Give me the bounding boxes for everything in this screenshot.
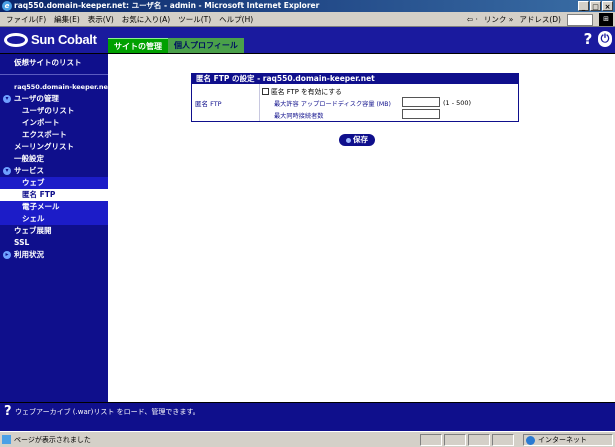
internet-globe-icon [526,436,535,445]
sidebar-item-export[interactable]: エクスポート [0,129,108,141]
menu-file[interactable]: ファイル(F) [6,14,46,25]
sidebar-item-label: 一般設定 [14,154,44,163]
title-bar: e raq550.domain-keeper.net: ユーザ名 - admin… [0,0,615,12]
sidebar-item-anonymous-ftp[interactable]: 匿名 FTP [0,189,108,201]
menu-bar: ファイル(F) 編集(E) 表示(V) お気に入り(A) ツール(T) ヘルプ(… [0,12,615,27]
ie-logo-icon: e [2,1,12,11]
menu-tools[interactable]: ツール(T) [178,14,211,25]
page-icon [2,435,11,444]
sidebar-item-label: 電子メール [22,202,60,211]
sidebar-item-label: シェル [22,214,45,223]
sidebar-item-label: ユーザのリスト [22,106,75,115]
sidebar-item-label: エクスポート [22,130,67,139]
menu-edit[interactable]: 編集(E) [54,14,80,25]
maximize-button[interactable]: □ [590,1,601,11]
anonymous-ftp-settings-panel: 匿名 FTP の設定 - raq550.domain-keeper.net 匿名… [191,73,519,122]
menubar-right: ⇦ · リンク » アドレス(D) ⊞ [467,12,615,27]
sidebar-item-label: メーリングリスト [14,142,74,151]
help-icon[interactable]: ? [581,31,595,47]
sidebar: 仮想サイトのリスト raq550.domain-keeper.net ▾ ユーザ… [0,54,112,402]
sidebar-item-label: インポート [22,118,60,127]
address-label: アドレス(D) [519,15,561,24]
status-cell [444,434,466,446]
expand-icon[interactable]: ▸ [3,251,11,259]
links-button[interactable]: リンク » [484,14,513,25]
sidebar-item-general-settings[interactable]: 一般設定 [0,153,108,165]
collapse-icon[interactable]: ▾ [3,167,11,175]
status-cells [420,434,514,446]
sidebar-item-label: ユーザの管理 [14,94,59,103]
sidebar-item-ssl[interactable]: SSL [0,237,108,249]
sidebar-item-virtual-sites[interactable]: 仮想サイトのリスト [0,57,108,69]
tab-personal-profile[interactable]: 個人プロフィール [168,38,244,53]
sidebar-item-label: ウェブ展開 [14,226,52,235]
sidebar-item-user-management[interactable]: ▾ ユーザの管理 [0,93,108,105]
status-cell [420,434,442,446]
save-button-label: 保存 [353,135,368,144]
window-title: raq550.domain-keeper.net: ユーザ名 - admin -… [14,1,320,10]
sidebar-host-label: raq550.domain-keeper.net [14,83,112,91]
sidebar-item-label: SSL [14,238,30,247]
enable-ftp-row: 匿名 FTP を有効にする [262,86,342,96]
menu-favorites[interactable]: お気に入り(A) [122,14,170,25]
header-tabs: サイトの管理 個人プロフィール [108,38,244,53]
zone-label: インターネット [538,436,587,444]
status-text: ページが表示されました [14,436,91,444]
sidebar-item-email[interactable]: 電子メール [0,201,108,213]
back-button[interactable]: ⇦ · [467,15,478,24]
window-controls: _ □ × [578,1,613,11]
quota-input[interactable] [402,97,440,107]
sidebar-item-label: 仮想サイトのリスト [14,58,82,67]
app-header: Sun Cobalt サイトの管理 個人プロフィール ? ⏻ [0,27,615,54]
save-button[interactable]: 保存 [339,134,375,146]
max-connections-input[interactable] [402,109,440,119]
status-cell [468,434,490,446]
help-question-icon: ? [4,404,12,419]
menu-help[interactable]: ヘルプ(H) [219,14,253,25]
sidebar-item-services[interactable]: ▾ サービス [0,165,108,177]
sidebar-divider [0,74,108,75]
sidebar-item-label: 利用状況 [14,250,44,259]
sidebar-item-user-list[interactable]: ユーザのリスト [0,105,108,117]
panel-title: 匿名 FTP の設定 - raq550.domain-keeper.net [192,74,518,84]
tab-site-management[interactable]: サイトの管理 [108,38,168,53]
max-connections-label: 最大同時接続者数 [274,113,324,120]
windows-logo-icon: ⊞ [599,13,613,26]
sidebar-item-shell[interactable]: シェル [0,213,108,225]
security-zone: インターネット [523,434,613,446]
sidebar-item-usage[interactable]: ▸ 利用状況 [0,249,108,261]
enable-ftp-label: 匿名 FTP を有効にする [271,88,342,96]
collapse-icon[interactable]: ▾ [3,95,11,103]
menu-view[interactable]: 表示(V) [88,14,114,25]
logout-icon[interactable]: ⏻ [598,31,612,47]
field-group-label: 匿名 FTP [192,84,260,121]
address-input[interactable] [567,13,593,26]
sidebar-item-label: 匿名 FTP [22,190,56,199]
sidebar-item-label: ウェブ [22,178,45,187]
sidebar-item-label: サービス [14,166,44,175]
status-cell [492,434,514,446]
main-content: 匿名 FTP の設定 - raq550.domain-keeper.net 匿名… [108,54,615,402]
save-dot-icon [346,137,351,143]
minimize-button[interactable]: _ [578,1,589,11]
status-bar: ページが表示されました インターネット [0,431,615,447]
panel-body: 匿名 FTP 匿名 FTP を有効にする 最大許容 アップロードディスク容量 (… [192,84,518,121]
help-text: ウェブアーカイブ (.war)リスト をロード、管理できます。 [15,408,200,416]
quota-range: (1 - 500) [443,99,472,107]
sidebar-item-mailing-list[interactable]: メーリングリスト [0,141,108,153]
cobalt-logo-icon [4,32,28,47]
enable-ftp-checkbox[interactable] [262,87,269,95]
close-button[interactable]: × [602,1,613,11]
brand: Sun Cobalt [4,32,97,47]
quota-label: 最大許容 アップロードディスク容量 (MB) [274,101,391,108]
brand-name: Sun Cobalt [31,32,97,47]
sidebar-item-web-deploy[interactable]: ウェブ展開 [0,225,108,237]
browser-window: e raq550.domain-keeper.net: ユーザ名 - admin… [0,0,615,447]
sidebar-item-import[interactable]: インポート [0,117,108,129]
sidebar-item-web[interactable]: ウェブ [0,177,108,189]
sidebar-host: raq550.domain-keeper.net [0,81,112,93]
help-bar: ? ウェブアーカイブ (.war)リスト をロード、管理できます。 [0,402,615,431]
